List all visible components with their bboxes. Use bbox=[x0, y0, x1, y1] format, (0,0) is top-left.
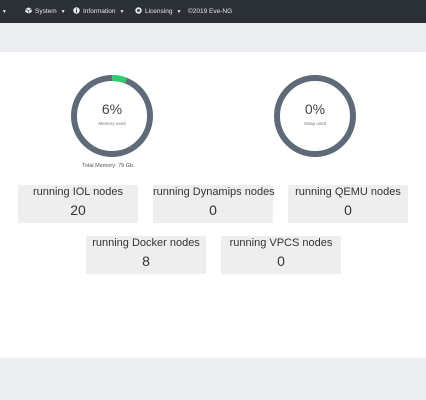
stat-iol-nodes: running IOL nodes 20 bbox=[18, 185, 138, 223]
chevron-down-icon: ▼ bbox=[1, 8, 7, 15]
nav-menu-system[interactable]: System ▼ bbox=[25, 0, 66, 23]
top-navbar: t ▼ System ▼ Information ▼ Licensing ▼ ©… bbox=[0, 0, 426, 23]
chevron-down-icon: ▼ bbox=[119, 8, 125, 15]
stat-docker-label: running Docker nodes bbox=[92, 237, 200, 249]
info-circle-icon bbox=[73, 7, 80, 16]
total-memory-label: Total Memory: 79 Gb. bbox=[82, 163, 135, 169]
nav-menu-partial[interactable]: t ▼ bbox=[0, 0, 7, 23]
stat-qemu-value: 0 bbox=[344, 202, 352, 218]
chevron-down-icon: ▼ bbox=[60, 8, 66, 15]
stat-docker-nodes: running Docker nodes 8 bbox=[86, 236, 206, 274]
memory-used-value: 6% bbox=[101, 101, 123, 117]
chevron-down-icon: ▼ bbox=[176, 8, 182, 15]
stat-dynamips-nodes: running Dynamips nodes 0 bbox=[153, 185, 275, 223]
copyright-text: ©2019 Eve-NG bbox=[188, 8, 233, 15]
nav-menu-licensing-label: Licensing bbox=[145, 8, 173, 15]
memory-used-caption: Memory used bbox=[98, 121, 126, 126]
nav-menu-licensing[interactable]: Licensing ▼ bbox=[135, 0, 181, 23]
stat-vpcs-nodes: running VPCS nodes 0 bbox=[221, 236, 341, 274]
dashboard-panel: 6% Memory used Total Memory: 79 Gb. 0% S… bbox=[0, 52, 426, 358]
stat-qemu-label: running QEMU nodes bbox=[295, 186, 401, 198]
swap-used-value: 0% bbox=[304, 101, 326, 117]
nav-menu-information[interactable]: Information ▼ bbox=[73, 0, 124, 23]
stat-iol-label: running IOL nodes bbox=[32, 186, 124, 198]
stat-iol-value: 20 bbox=[70, 202, 86, 218]
stat-dynamips-value: 0 bbox=[209, 202, 217, 218]
cube-icon bbox=[25, 7, 32, 16]
stat-qemu-nodes: running QEMU nodes 0 bbox=[288, 185, 408, 223]
swap-used-caption: Swap used bbox=[303, 121, 327, 126]
stat-dynamips-label: running Dynamips nodes bbox=[153, 186, 275, 198]
stat-vpcs-value: 0 bbox=[277, 253, 285, 269]
nav-menu-information-label: Information bbox=[83, 8, 116, 15]
stat-vpcs-label: running VPCS nodes bbox=[229, 237, 333, 249]
memory-gauge: 6% Memory used bbox=[69, 73, 155, 159]
license-icon bbox=[135, 7, 142, 16]
swap-gauge: 0% Swap used bbox=[272, 73, 358, 159]
stat-docker-value: 8 bbox=[142, 253, 150, 269]
nav-menu-system-label: System bbox=[35, 8, 57, 15]
